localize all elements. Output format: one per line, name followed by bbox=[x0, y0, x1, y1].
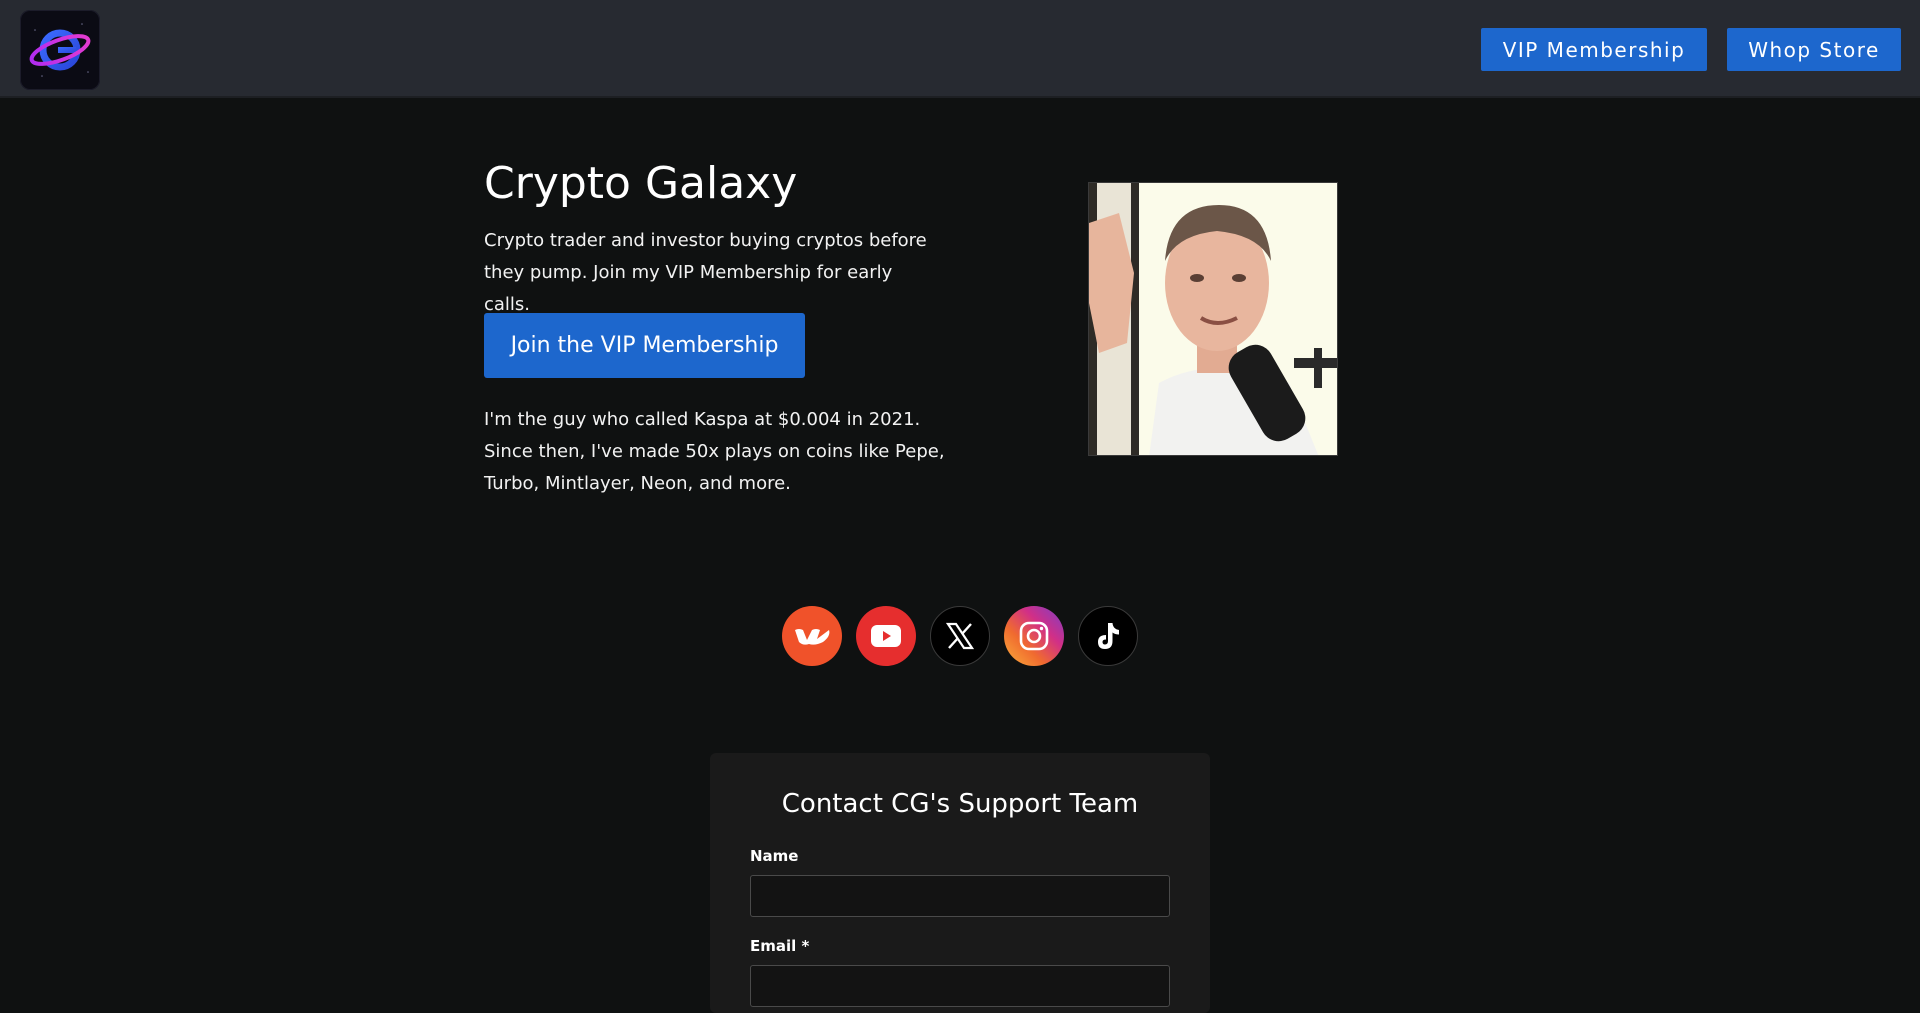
vip-membership-nav-button[interactable]: VIP Membership bbox=[1481, 28, 1707, 71]
planet-logo-icon[interactable] bbox=[20, 10, 100, 90]
whop-store-nav-button[interactable]: Whop Store bbox=[1727, 28, 1901, 71]
whop-icon[interactable] bbox=[782, 606, 842, 666]
hero-subtitle: Crypto trader and investor buying crypto… bbox=[484, 230, 927, 315]
name-label: Name bbox=[750, 847, 799, 865]
page-title: Crypto Galaxy bbox=[484, 158, 798, 209]
email-field[interactable] bbox=[750, 965, 1170, 1007]
contact-title: Contact CG's Support Team bbox=[781, 789, 1139, 819]
join-vip-button[interactable]: Join the VIP Membership bbox=[484, 313, 805, 378]
contact-form: Contact CG's Support Team Name Email * bbox=[710, 753, 1210, 1013]
hero-story: I'm the guy who called Kaspa at $0.004 i… bbox=[484, 409, 945, 494]
instagram-icon[interactable] bbox=[1004, 606, 1064, 666]
social-links bbox=[782, 606, 1138, 666]
email-label: Email * bbox=[750, 937, 810, 955]
site-header: VIP Membership Whop Store bbox=[0, 0, 1920, 98]
x-icon[interactable] bbox=[930, 606, 990, 666]
youtube-icon[interactable] bbox=[856, 606, 916, 666]
tiktok-icon[interactable] bbox=[1078, 606, 1138, 666]
creator-portrait bbox=[1088, 182, 1338, 456]
name-field[interactable] bbox=[750, 875, 1170, 917]
